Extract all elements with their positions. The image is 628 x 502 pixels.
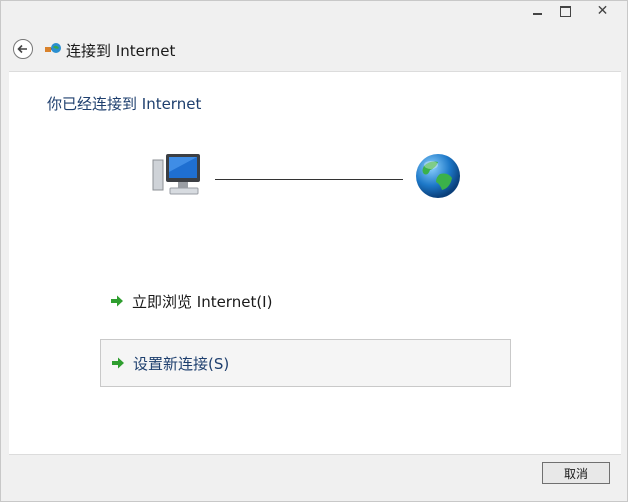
close-icon: ✕ (596, 3, 609, 19)
minimize-button[interactable] (522, 1, 552, 21)
wizard-content: 你已经连接到 Internet 立即浏览 Internet(I) 设置新连接(S… (9, 71, 621, 455)
green-arrow-icon (111, 295, 123, 307)
minimize-icon (532, 13, 542, 15)
green-arrow-icon (112, 357, 124, 369)
close-button[interactable]: ✕ (579, 1, 626, 21)
setup-new-connection-label: 设置新连接(S) (133, 354, 230, 373)
browse-internet-link[interactable]: 立即浏览 Internet(I) (100, 277, 511, 325)
wizard-window: ✕ 连接到 Internet 你已经连接到 Internet 立即浏览 Inte… (0, 0, 628, 502)
setup-new-connection-link[interactable]: 设置新连接(S) (100, 339, 511, 387)
window-title: 连接到 Internet (66, 42, 176, 60)
maximize-icon (560, 5, 571, 17)
computer-icon (152, 154, 200, 195)
back-button[interactable] (13, 39, 33, 59)
connection-line (215, 179, 403, 180)
internet-globe-icon (416, 154, 460, 198)
browse-internet-label: 立即浏览 Internet(I) (132, 292, 273, 311)
cancel-button[interactable]: 取消 (542, 462, 610, 484)
maximize-button[interactable] (552, 1, 579, 21)
page-heading: 你已经连接到 Internet (47, 95, 202, 113)
back-arrow-icon (17, 44, 27, 54)
title-bar: ✕ (1, 1, 627, 25)
network-connection-icon (45, 43, 61, 53)
